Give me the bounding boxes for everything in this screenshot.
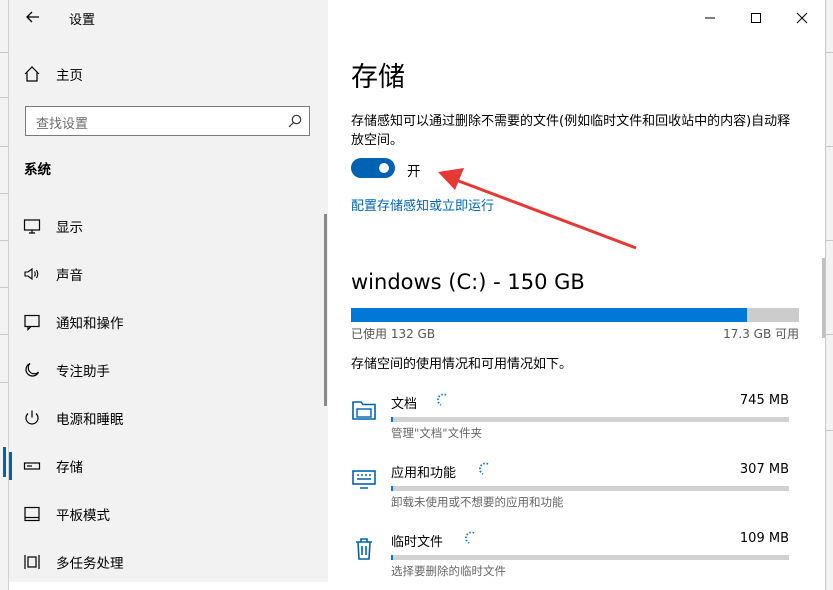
sidebar-item-label: 电源和睡眠 <box>56 412 124 428</box>
background-window-left <box>0 0 9 590</box>
category-size: 745 MB <box>739 393 789 408</box>
sidebar-item-label: 通知和操作 <box>56 316 124 332</box>
drive-title: windows (C:) - 150 GB <box>351 270 585 294</box>
usage-description: 存储空间的使用情况和可用情况如下。 <box>351 357 573 372</box>
drive-usage-fill <box>351 308 748 322</box>
category-usage-bar <box>391 555 789 560</box>
moon-icon <box>22 360 42 380</box>
category-size: 109 MB <box>739 531 789 546</box>
sidebar-item-label: 平板模式 <box>56 508 110 524</box>
speaker-icon <box>22 264 42 284</box>
back-arrow-icon <box>26 11 39 23</box>
main-content: 存储 存储感知可以通过删除不需要的文件(例如临时文件和回收站中的内容)自动释放空… <box>351 0 811 582</box>
sidebar-item-tablet-mode[interactable]: 平板模式 <box>9 494 328 534</box>
available-space-label: 17.3 GB 可用 <box>723 327 799 341</box>
category-name: 应用和功能 <box>391 466 457 481</box>
background-window-right <box>825 0 833 590</box>
sidebar-scrollbar[interactable] <box>324 214 327 406</box>
sidebar-item-power[interactable]: 电源和睡眠 <box>9 398 328 438</box>
title-bar: 设置 <box>9 0 328 34</box>
monitor-icon <box>22 216 42 236</box>
category-name: 临时文件 <box>391 535 444 550</box>
category-subtitle: 管理"文档"文件夹 <box>391 426 483 440</box>
category-documents[interactable]: 文档 745 MB 管理"文档"文件夹 <box>351 393 799 443</box>
storage-icon <box>22 456 42 476</box>
sidebar-item-focus-assist[interactable]: 专注助手 <box>9 350 328 390</box>
multitask-icon <box>22 552 42 572</box>
category-subtitle: 选择要删除的临时文件 <box>391 564 506 578</box>
category-usage-fill <box>391 486 394 491</box>
sidebar-item-label: 存储 <box>56 460 83 476</box>
loading-spinner-icon <box>437 392 451 406</box>
storage-sense-toggle[interactable] <box>351 158 395 178</box>
sidebar-item-notifications[interactable]: 通知和操作 <box>9 302 328 342</box>
page-title: 存储 <box>351 62 405 93</box>
category-usage-bar <box>391 417 789 422</box>
sidebar: 设置 主页 查找设置 系统 显示 声音 通知和操作 专注助手 电源和睡眠 存储 … <box>9 0 328 582</box>
sidebar-item-display[interactable]: 显示 <box>9 206 328 246</box>
sidebar-item-label: 声音 <box>56 268 83 284</box>
sidebar-item-storage[interactable]: 存储 <box>9 446 328 486</box>
sidebar-item-label: 多任务处理 <box>56 556 124 572</box>
trash-icon <box>351 535 377 561</box>
loading-spinner-icon <box>465 530 479 544</box>
sidebar-item-label: 主页 <box>56 68 83 84</box>
folder-icon <box>351 397 377 423</box>
category-size: 307 MB <box>739 462 789 477</box>
sidebar-item-label: 显示 <box>56 220 83 236</box>
tablet-icon <box>22 504 42 524</box>
category-usage-fill <box>391 417 394 422</box>
drive-usage-bar <box>351 308 799 322</box>
window-title: 设置 <box>69 13 96 28</box>
category-usage-fill <box>391 555 394 560</box>
apps-icon <box>351 466 377 492</box>
search-input[interactable]: 查找设置 <box>25 106 310 136</box>
category-temporary-files[interactable]: 临时文件 109 MB 选择要删除的临时文件 <box>351 531 799 581</box>
back-button[interactable] <box>21 6 45 28</box>
notification-icon <box>22 312 42 332</box>
loading-spinner-icon <box>479 461 493 475</box>
sidebar-item-multitasking[interactable]: 多任务处理 <box>9 542 328 582</box>
search-icon <box>287 113 303 129</box>
configure-storage-sense-link[interactable]: 配置存储感知或立即运行 <box>351 195 494 214</box>
used-space-label: 已使用 132 GB <box>351 327 436 341</box>
sidebar-item-sound[interactable]: 声音 <box>9 254 328 294</box>
power-icon <box>22 408 42 428</box>
settings-window: 设置 主页 查找设置 系统 显示 声音 通知和操作 专注助手 电源和睡眠 存储 … <box>9 0 825 582</box>
category-usage-bar <box>391 486 789 491</box>
toggle-knob <box>379 163 389 173</box>
category-name: 文档 <box>391 397 418 412</box>
search-placeholder: 查找设置 <box>36 117 89 132</box>
content-scrollbar[interactable] <box>822 258 825 338</box>
sidebar-item-label: 专注助手 <box>56 364 110 380</box>
storage-sense-description: 存储感知可以通过删除不需要的文件(例如临时文件和回收站中的内容)自动释放空间。 <box>351 114 791 148</box>
category-subtitle: 卸载未使用或不想要的应用和功能 <box>391 495 564 509</box>
section-title: 系统 <box>24 162 51 178</box>
sidebar-item-home[interactable]: 主页 <box>9 54 328 94</box>
home-icon <box>22 64 42 84</box>
category-apps[interactable]: 应用和功能 307 MB 卸载未使用或不想要的应用和功能 <box>351 462 799 512</box>
toggle-state-label: 开 <box>407 164 421 180</box>
